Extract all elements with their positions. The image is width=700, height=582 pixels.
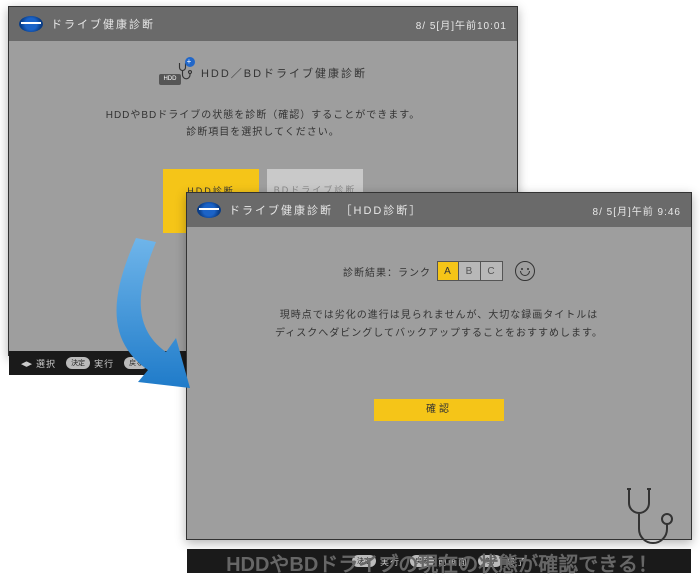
button-pill-icon: 戻る: [124, 357, 148, 369]
footer-back: 戻る 前画面: [124, 357, 182, 370]
diagnosis-message: 現時点では劣化の進行は見られませんが、大切な録画タイトルは ディスクへダビングし…: [187, 307, 691, 343]
description: HDDやBDドライブの状態を診断（確認）することができます。 診断項目を選択して…: [9, 107, 517, 141]
rank-b[interactable]: B: [459, 261, 481, 281]
window-title: ドライブ健康診断 ［HDD診断］: [229, 202, 593, 218]
result-label: 診断結果：ランク: [343, 264, 431, 279]
window-body: 診断結果：ランク A B C 現時点では劣化の進行は見られませんが、大切な録画タ…: [187, 261, 691, 549]
page-header: HDD + HDD／BDドライブ健康診断: [9, 61, 517, 85]
rank-boxes: A B C: [437, 261, 503, 281]
datetime: 8/ 5[月]午前 9:46: [593, 203, 681, 218]
hdd-stethoscope-icon: HDD +: [159, 61, 193, 85]
arrow-left-right-icon: ◂▸: [21, 357, 32, 370]
footer-label: 前画面: [152, 357, 182, 370]
description-line: HDDやBDドライブの状態を診断（確認）することができます。: [9, 107, 517, 124]
brand-logo-icon: [19, 16, 43, 32]
rank-a[interactable]: A: [437, 261, 459, 281]
window-title: ドライブ健康診断: [51, 16, 416, 32]
confirm-button[interactable]: 確認: [374, 399, 504, 421]
rank-c[interactable]: C: [481, 261, 503, 281]
footer-select: ◂▸ 選択: [21, 357, 56, 370]
footer-label: 選択: [36, 357, 56, 370]
msg-line: 現時点では劣化の進行は見られませんが、大切な録画タイトルは: [187, 307, 691, 325]
page-heading: HDD／BDドライブ健康診断: [201, 65, 367, 81]
window-hdd-diagnosis-result: ドライブ健康診断 ［HDD診断］ 8/ 5[月]午前 9:46 診断結果：ランク…: [186, 192, 692, 540]
diagnosis-result-row: 診断結果：ランク A B C: [187, 261, 691, 281]
description-line: 診断項目を選択してください。: [9, 124, 517, 141]
smile-face-icon: [515, 261, 535, 281]
msg-line: ディスクへダビングしてバックアップすることをおすすめします。: [187, 325, 691, 343]
caption: HDDやBDドライブの現在の状態が確認できる！: [182, 548, 700, 577]
titlebar: ドライブ健康診断 8/ 5[月]午前10:01: [9, 7, 517, 41]
titlebar: ドライブ健康診断 ［HDD診断］ 8/ 5[月]午前 9:46: [187, 193, 691, 227]
stethoscope-large-icon: [619, 485, 675, 549]
footer-label: 実行: [94, 357, 114, 370]
brand-logo-icon: [197, 202, 221, 218]
plus-badge-icon: +: [185, 57, 195, 67]
footer-execute: 決定 実行: [66, 357, 114, 370]
button-pill-icon: 決定: [66, 357, 90, 369]
datetime: 8/ 5[月]午前10:01: [416, 17, 507, 32]
